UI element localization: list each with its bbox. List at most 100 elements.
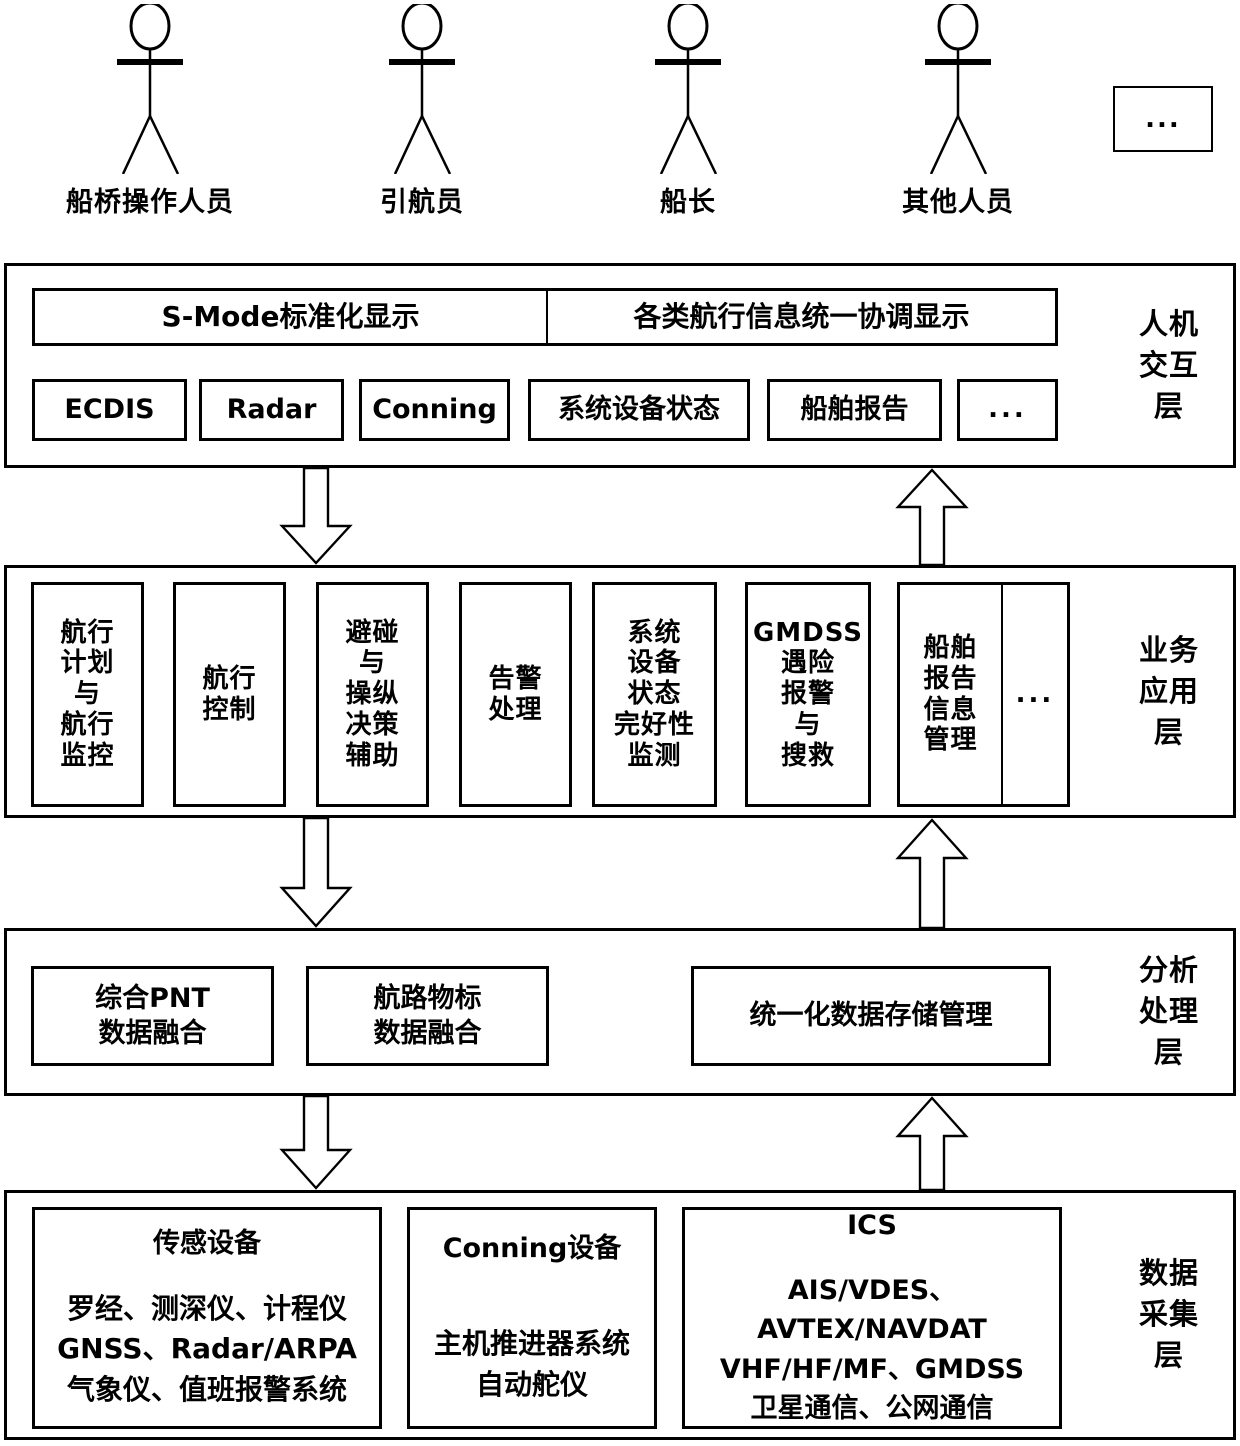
cell-line: 船舶 (923, 633, 978, 664)
layer-business-application: 航行 计划 与 航行 监控 航行 控制 避碰 与 操纵 决策 辅助 告警 处理 … (4, 565, 1236, 818)
cell-line: AIS/VDES、AVTEX/NAVDAT (757, 1275, 987, 1346)
cell-heading: ICS (847, 1210, 897, 1242)
cell-line: 状态 (627, 679, 682, 710)
stick-figure-icon (925, 4, 991, 174)
cell-conning-equipment[interactable]: Conning设备 主机推进器系统 自动舵仪 (407, 1207, 657, 1429)
layer-title-line: 分析 (1138, 953, 1199, 988)
layer-title-line: 层 (1153, 1338, 1184, 1373)
block-arrow-up-icon (895, 468, 969, 565)
layer-title-line: 层 (1153, 389, 1184, 424)
connector-business-to-hmi-up (894, 468, 970, 565)
cell-s-mode-display[interactable]: S-Mode标准化显示 (32, 288, 547, 346)
cell-line: 自动舵仪 (475, 1367, 588, 1401)
cell-line: 数据融合 (98, 1018, 207, 1049)
cell-line: 航路物标 (373, 982, 482, 1014)
stick-figure-icon (655, 4, 721, 174)
cell-line: 与 (358, 648, 386, 679)
block-arrow-up-icon (895, 818, 969, 928)
cell-voyage-plan-monitor[interactable]: 航行 计划 与 航行 监控 (31, 582, 144, 807)
cell-line: 处理 (488, 694, 543, 725)
block-arrow-down-icon (279, 1096, 353, 1190)
cell-aton-fusion[interactable]: 航路物标 数据融合 (306, 966, 549, 1066)
layer-title-line: 层 (1153, 1035, 1184, 1070)
layer-title-line: 处理 (1138, 994, 1199, 1029)
layer-title-business-application: 业务 应用 层 (1113, 630, 1225, 754)
connector-data-to-analysis-up (894, 1096, 970, 1190)
cell-alarm-handling[interactable]: 告警 处理 (459, 582, 572, 807)
cell-line: 航行 (60, 617, 115, 648)
connector-hmi-to-business-down (278, 468, 354, 565)
cell-line: 卫星通信、公网通信 (750, 1392, 994, 1424)
actor-bridge-operator: 船桥操作人员 (66, 4, 270, 218)
cell-line: 与 (794, 709, 822, 740)
cell-line: 遇险 (780, 648, 835, 679)
cell-unified-nav-info-display[interactable]: 各类航行信息统一协调显示 (547, 288, 1058, 346)
cell-collision-avoidance[interactable]: 避碰 与 操纵 决策 辅助 (316, 582, 429, 807)
cell-voyage-control[interactable]: 航行 控制 (173, 582, 286, 807)
cell-ecdis[interactable]: ECDIS (32, 379, 187, 441)
cell-line: 搜救 (780, 740, 835, 771)
cell-gmdss-distress[interactable]: GMDSS 遇险 报警 与 搜救 (745, 582, 871, 807)
layer-title-line: 人机 (1138, 306, 1199, 341)
cell-line: 操纵 (345, 679, 400, 710)
cell-heading: 传感设备 (153, 1227, 261, 1259)
layer-hmi: S-Mode标准化显示 各类航行信息统一协调显示 ECDIS Radar Con… (4, 263, 1236, 468)
actor-captain: 船长 (628, 4, 808, 218)
actor-label: 船长 (660, 187, 716, 218)
cell-equip-status[interactable]: 系统设备状态 (528, 379, 750, 441)
actor-label: 其他人员 (902, 187, 1014, 218)
layer-title-line: 业务 (1138, 632, 1199, 667)
cell-hmi-more[interactable]: ... (957, 379, 1058, 441)
cell-line: 监控 (60, 740, 115, 771)
actor-label: 引航员 (380, 187, 464, 218)
cell-line: VHF/HF/MF、GMDSS (719, 1353, 1025, 1385)
cell-line: 罗经、测深仪、计程仪 (66, 1291, 347, 1325)
cell-ship-report[interactable]: 船舶报告 (767, 379, 942, 441)
cell-business-more[interactable]: ... (1002, 582, 1070, 807)
cell-line: 航行 (202, 663, 257, 694)
block-arrow-down-icon (279, 468, 353, 565)
cell-line: GNSS、Radar/ARPA (57, 1332, 357, 1366)
block-arrow-down-icon (279, 818, 353, 928)
cell-line: 计划 (60, 648, 115, 679)
layer-title-line: 采集 (1138, 1297, 1199, 1332)
cell-unified-storage[interactable]: 统一化数据存储管理 (691, 966, 1051, 1066)
cell-conning[interactable]: Conning (359, 379, 510, 441)
stick-figure-icon (389, 4, 455, 174)
layer-title-data-acquisition: 数据 采集 层 (1113, 1253, 1225, 1377)
cell-line: 报警 (780, 679, 835, 710)
cell-line: 监测 (627, 740, 682, 771)
cell-line: 设备 (627, 648, 682, 679)
cell-sensor-equipment[interactable]: 传感设备 罗经、测深仪、计程仪 GNSS、Radar/ARPA 气象仪、值班报警… (32, 1207, 382, 1429)
cell-line: 综合PNT (95, 982, 210, 1014)
connector-analysis-to-data-down (278, 1096, 354, 1190)
layer-title-analysis-processing: 分析 处理 层 (1113, 950, 1225, 1074)
cell-heading: Conning设备 (442, 1232, 622, 1264)
cell-line: GMDSS (752, 617, 864, 648)
connector-business-to-analysis-down (278, 818, 354, 928)
cell-line: 决策 (345, 709, 400, 740)
cell-radar[interactable]: Radar (199, 379, 344, 441)
cell-line: 告警 (488, 663, 543, 694)
cell-line: 报告 (923, 663, 978, 694)
layer-title-line: 交互 (1138, 347, 1199, 382)
cell-line: 避碰 (345, 617, 400, 648)
cell-ics-equipment[interactable]: ICS AIS/VDES、AVTEX/NAVDAT VHF/HF/MF、GMDS… (682, 1207, 1062, 1429)
cell-line: 气象仪、值班报警系统 (66, 1372, 347, 1406)
stick-figure-icon (117, 4, 183, 174)
cell-equipment-integrity[interactable]: 系统 设备 状态 完好性 监测 (592, 582, 717, 807)
actor-pilot: 引航员 (362, 4, 542, 218)
layer-title-line: 数据 (1138, 1256, 1199, 1291)
cell-line: 系统 (627, 617, 682, 648)
cell-line: 信息 (923, 694, 978, 725)
layer-title-line: 层 (1153, 715, 1184, 750)
layer-title-line: 应用 (1138, 673, 1199, 708)
layer-analysis-processing: 综合PNT 数据融合 航路物标 数据融合 统一化数据存储管理 分析 处理 层 (4, 928, 1236, 1096)
cell-line: 航行 (60, 709, 115, 740)
cell-line: 管理 (923, 725, 978, 756)
actor-other-personnel: 其他人员 (898, 4, 1078, 218)
cell-ship-report-mgmt[interactable]: 船舶 报告 信息 管理 (897, 582, 1002, 807)
cell-line: 与 (73, 679, 101, 710)
cell-line: 完好性 (613, 709, 695, 740)
cell-pnt-fusion[interactable]: 综合PNT 数据融合 (31, 966, 274, 1066)
